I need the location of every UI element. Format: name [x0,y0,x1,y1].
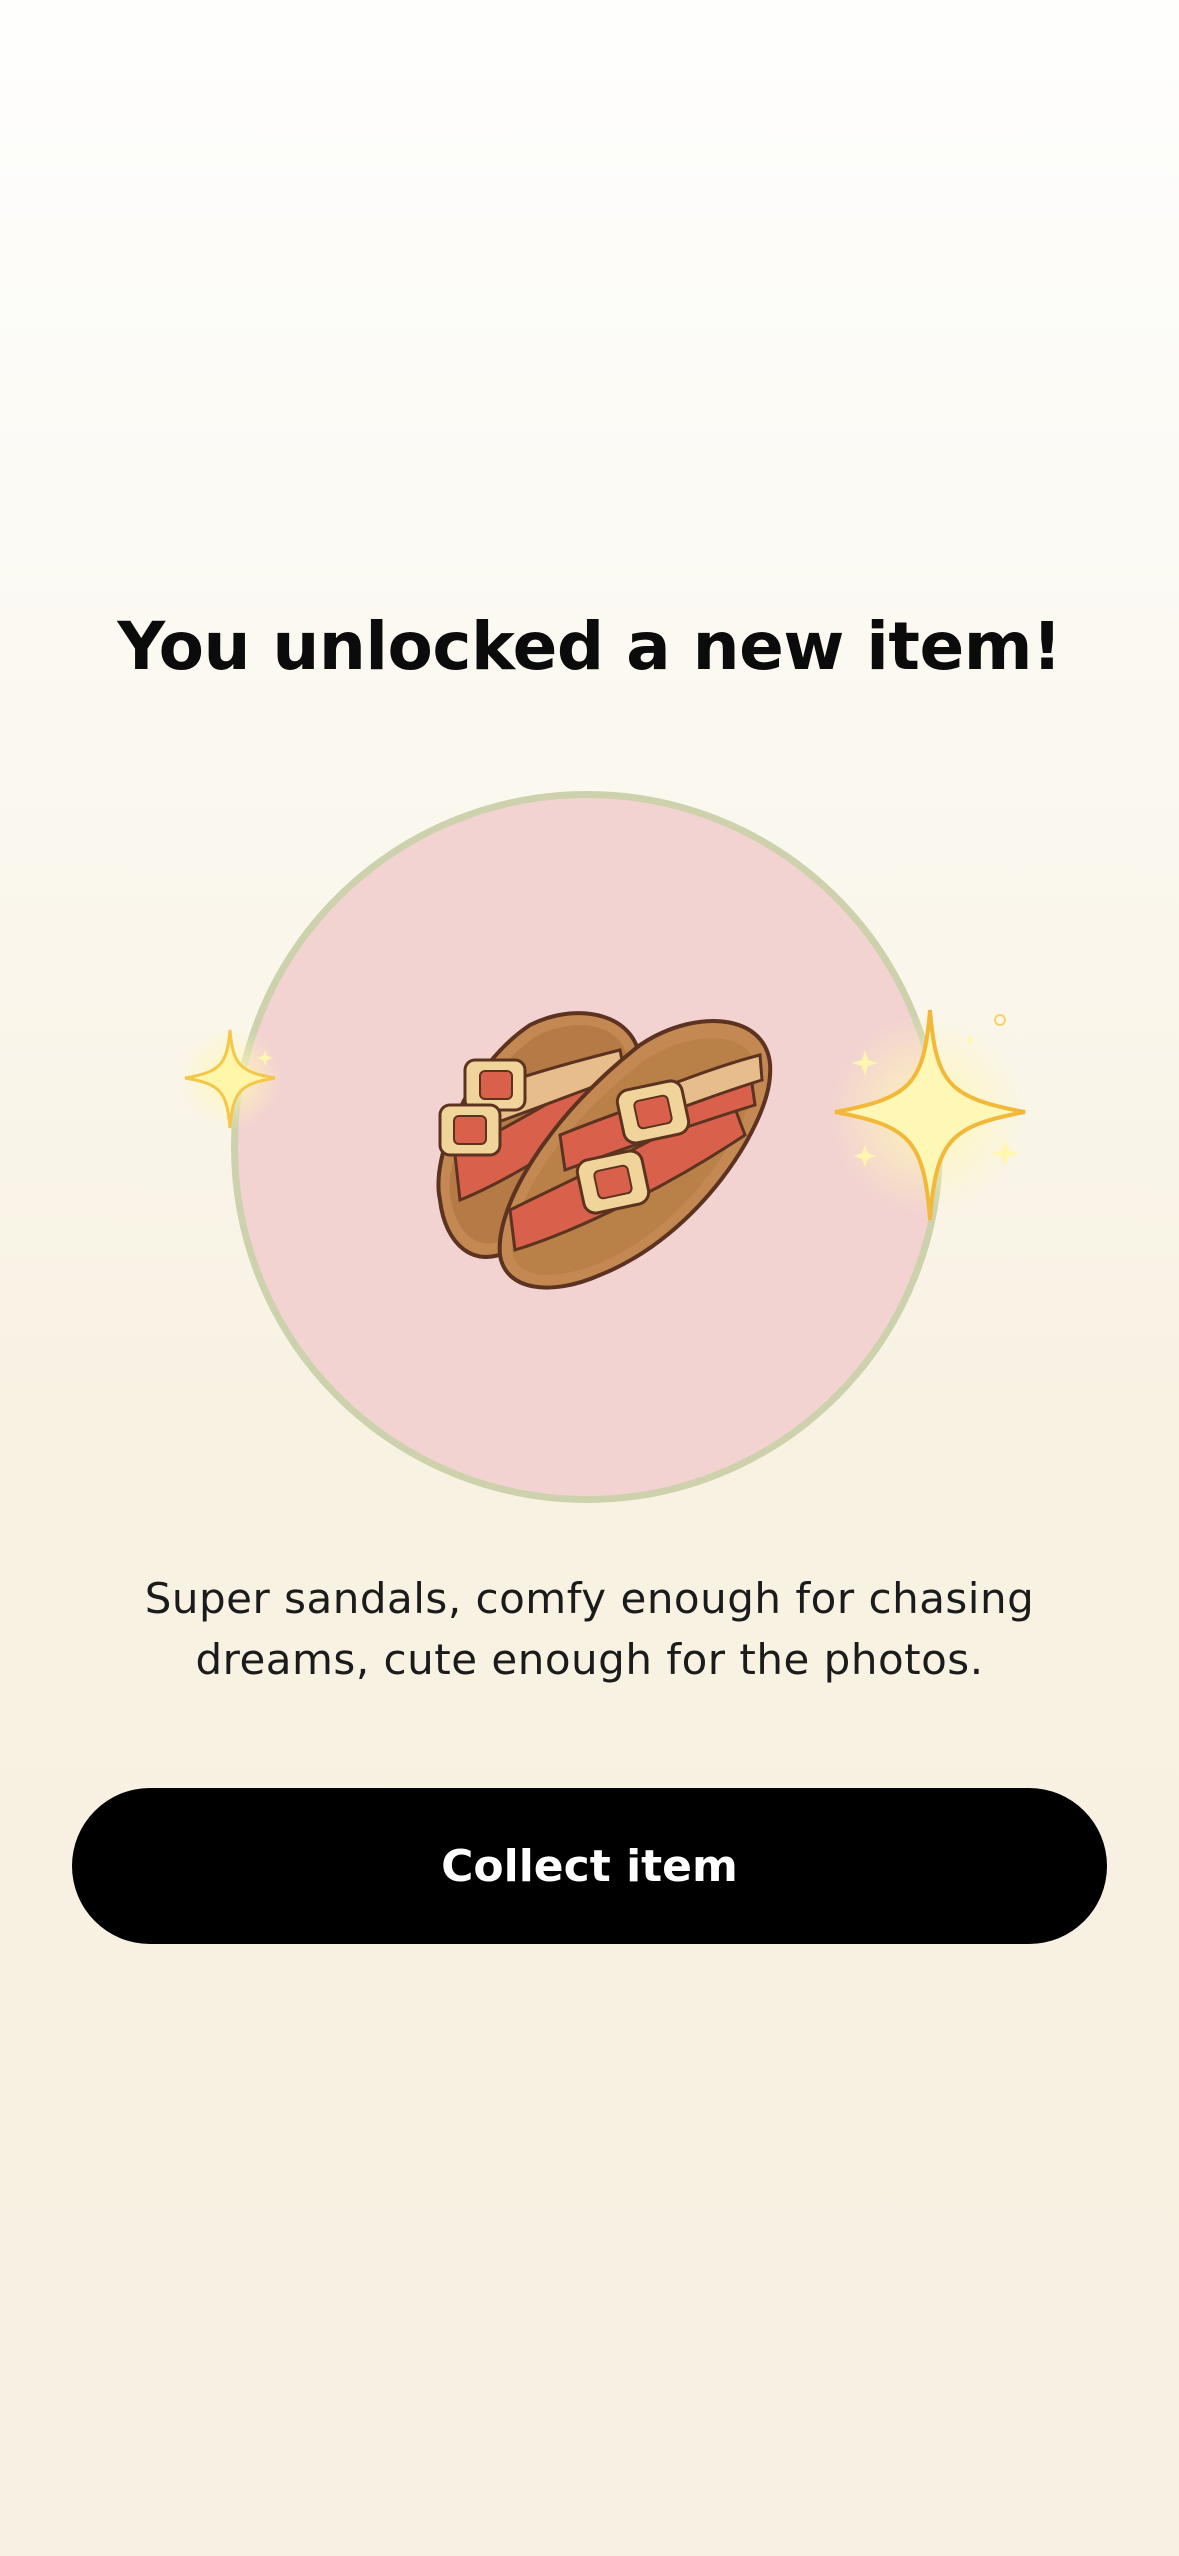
collect-item-button[interactable]: Collect item [72,1788,1107,1944]
item-description: Super sandals, comfy enough for chasing … [144,1574,1035,1684]
sparkle-icon [830,1009,1030,1221]
sparkle-icon [178,1026,282,1130]
sandals-image [436,1011,773,1290]
page-title: You unlocked a new item! [117,608,1062,685]
